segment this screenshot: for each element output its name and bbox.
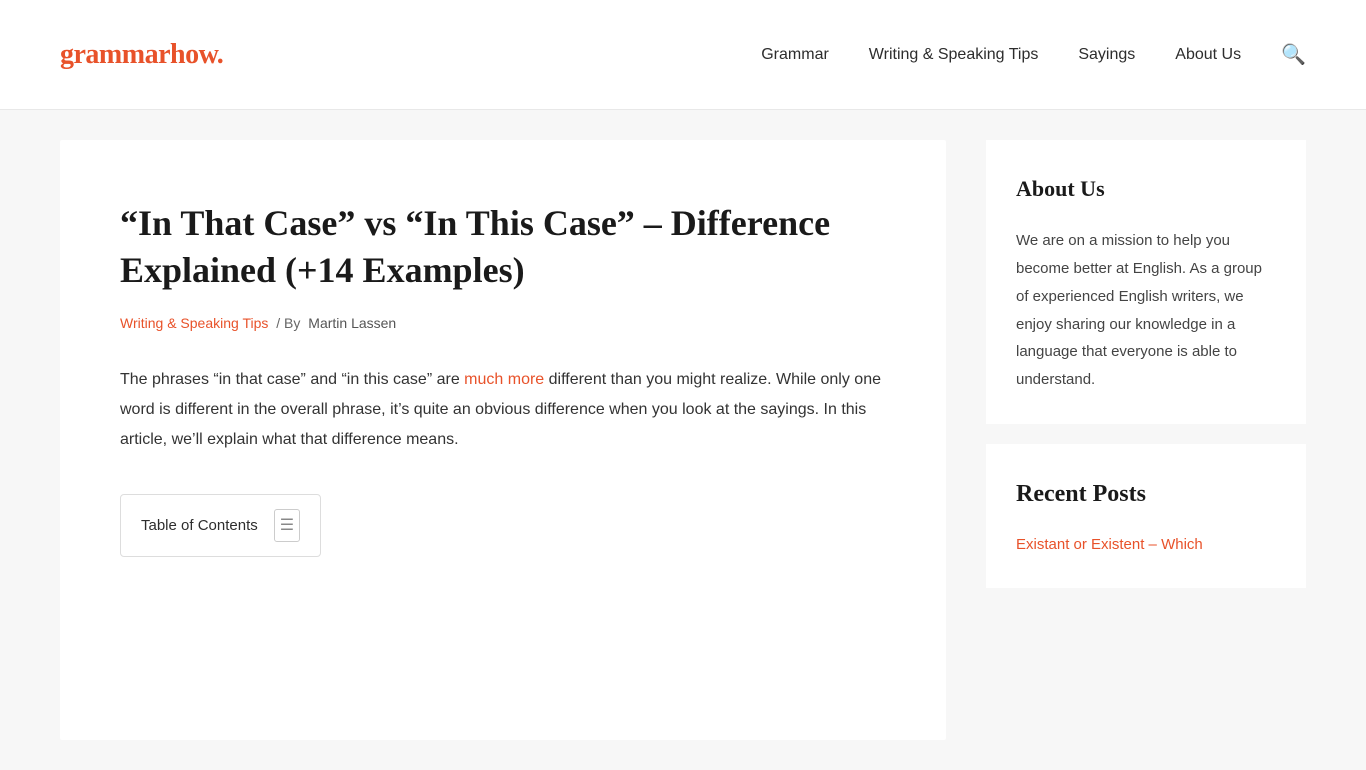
article-title: “In That Case” vs “In This Case” – Diffe… xyxy=(120,200,886,294)
site-header: grammarhow. Grammar Writing & Speaking T… xyxy=(0,0,1366,110)
search-icon: 🔍 xyxy=(1281,44,1306,66)
meta-separator: / By xyxy=(276,315,300,331)
sidebar-recent-post-link[interactable]: Existant or Existent – Which xyxy=(1016,536,1203,553)
article-meta: Writing & Speaking Tips / By Martin Lass… xyxy=(120,312,886,336)
sidebar-recent-posts-section: Recent Posts Existant or Existent – Whic… xyxy=(986,444,1306,588)
sidebar-recent-posts-title: Recent Posts xyxy=(1016,474,1276,515)
article-author: Martin Lassen xyxy=(308,315,396,331)
main-nav: Grammar Writing & Speaking Tips Sayings … xyxy=(761,41,1306,68)
body-text-part1: The phrases “in that case” and “in this … xyxy=(120,371,464,388)
sidebar-about-section: About Us We are on a mission to help you… xyxy=(986,140,1306,424)
nav-grammar[interactable]: Grammar xyxy=(761,41,829,68)
sidebar: About Us We are on a mission to help you… xyxy=(986,140,1306,740)
toc-toggle-icon[interactable]: ☰ xyxy=(274,509,300,542)
main-article: “In That Case” vs “In This Case” – Diffe… xyxy=(60,140,946,740)
site-logo[interactable]: grammarhow. xyxy=(60,31,223,79)
sidebar-about-text: We are on a mission to help you become b… xyxy=(1016,227,1276,394)
article-body: The phrases “in that case” and “in this … xyxy=(120,365,886,454)
nav-sayings[interactable]: Sayings xyxy=(1078,41,1135,68)
article-category-link[interactable]: Writing & Speaking Tips xyxy=(120,315,268,331)
search-button[interactable]: 🔍 xyxy=(1281,42,1306,67)
nav-writing-speaking-tips[interactable]: Writing & Speaking Tips xyxy=(869,41,1039,68)
table-of-contents-box[interactable]: Table of Contents ☰ xyxy=(120,494,321,557)
toc-label: Table of Contents xyxy=(141,513,258,539)
body-highlight-link[interactable]: much more xyxy=(464,371,544,388)
content-layout: “In That Case” vs “In This Case” – Diffe… xyxy=(60,140,1306,740)
page-wrapper: “In That Case” vs “In This Case” – Diffe… xyxy=(0,110,1366,770)
nav-about-us[interactable]: About Us xyxy=(1175,41,1241,68)
sidebar-about-title: About Us xyxy=(1016,170,1276,207)
